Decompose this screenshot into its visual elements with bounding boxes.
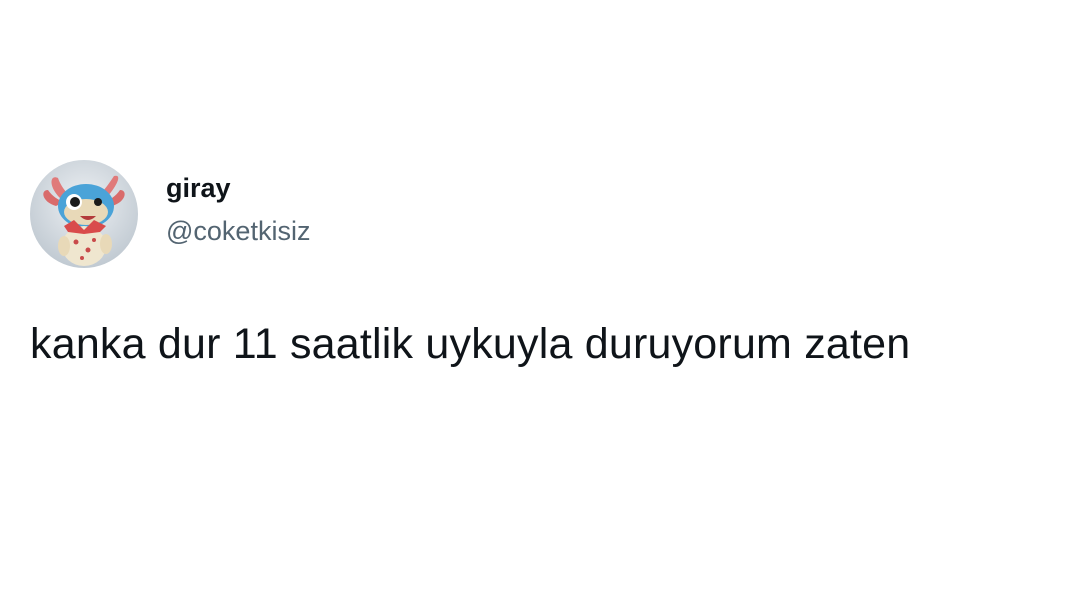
tweet-header: giray @coketkisiz: [30, 160, 310, 268]
avatar[interactable]: [30, 160, 138, 268]
user-handle[interactable]: @coketkisiz: [166, 211, 310, 251]
display-name[interactable]: giray: [166, 171, 310, 205]
tweet-screenshot: giray @coketkisiz kanka dur 11 saatlik u…: [0, 0, 1080, 608]
author-names: giray @coketkisiz: [166, 171, 310, 251]
tweet-text: kanka dur 11 saatlik uykuyla duruyorum z…: [30, 320, 911, 368]
axolotl-avatar-icon: [30, 160, 138, 268]
